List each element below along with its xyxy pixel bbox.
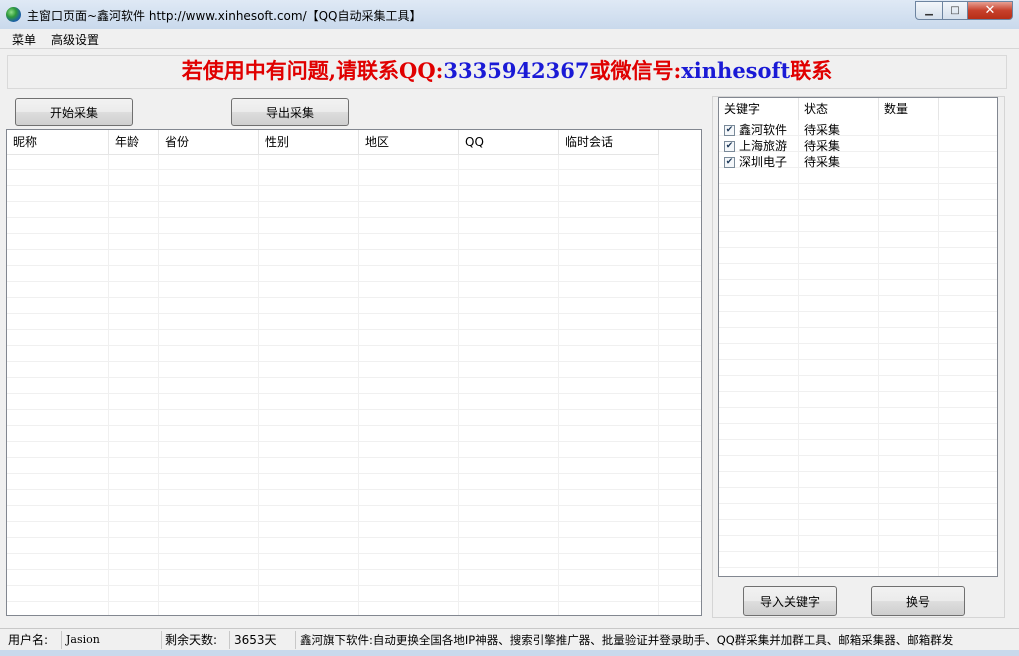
maximize-icon: □ xyxy=(950,5,960,16)
checkbox-checked-icon[interactable]: ✔ xyxy=(724,124,735,136)
contact-banner: 若使用中有问题,请联系QQ:3335942367或微信号:xinhesoft联系 xyxy=(7,55,1007,89)
keyword-cell: ✔ 鑫河软件 xyxy=(719,122,799,138)
checkbox-checked-icon[interactable]: ✔ xyxy=(724,156,735,168)
keyword-cell: ✔ 上海旅游 xyxy=(719,138,799,154)
column-header-keyword[interactable]: 关键字 xyxy=(719,98,799,120)
column-header-nickname[interactable]: 昵称 xyxy=(7,130,109,154)
title-bar: 主窗口页面~鑫河软件 http://www.xinhesoft.com/【QQ自… xyxy=(0,0,1019,30)
keyword-text: 深圳电子 xyxy=(739,155,788,169)
switch-account-button[interactable]: 换号 xyxy=(871,586,965,616)
keyword-text: 鑫河软件 xyxy=(739,123,788,137)
keyword-cell: ✔ 深圳电子 xyxy=(719,154,799,170)
window-bottom-border xyxy=(0,650,1019,656)
status-text: 待采集 xyxy=(804,123,841,137)
keyword-header: 关键字 状态 数量 xyxy=(719,98,939,120)
column-header-province[interactable]: 省份 xyxy=(159,130,259,154)
column-header-status[interactable]: 状态 xyxy=(799,98,879,120)
results-grid-lines xyxy=(7,154,701,615)
status-days-label: 剩余天数: xyxy=(162,631,230,649)
status-user-value: Jasion xyxy=(62,631,162,649)
minimize-icon: ▁ xyxy=(925,5,933,16)
keyword-row[interactable]: ✔ 深圳电子 待采集 xyxy=(719,154,939,170)
column-header-temp-chat[interactable]: 临时会话 xyxy=(559,130,659,154)
checkbox-checked-icon[interactable]: ✔ xyxy=(724,140,735,152)
column-header-gender[interactable]: 性别 xyxy=(259,130,359,154)
banner-wechat-id: xinhesoft xyxy=(681,58,791,83)
status-days-value: 3653天 xyxy=(230,631,296,649)
banner-text-1: 若使用中有问题,请联系QQ: xyxy=(181,58,444,83)
menu-item-advanced-settings[interactable]: 高级设置 xyxy=(51,31,99,48)
close-icon: ✕ xyxy=(984,3,996,18)
banner-qq-number: 3335942367 xyxy=(443,58,590,83)
status-bar: 用户名: Jasion 剩余天数: 3653天 鑫河旗下软件:自动更换全国各地I… xyxy=(0,628,1019,651)
keyword-text: 上海旅游 xyxy=(739,139,788,153)
status-text: 待采集 xyxy=(804,155,841,169)
minimize-button[interactable]: ▁ xyxy=(915,1,943,20)
status-info-text: 鑫河旗下软件:自动更换全国各地IP神器、搜索引擎推广器、批量验证并登录助手、QQ… xyxy=(300,633,954,647)
count-text xyxy=(879,154,939,170)
keyword-row[interactable]: ✔ 鑫河软件 待采集 xyxy=(719,122,939,138)
menu-item-menu[interactable]: 菜单 xyxy=(12,31,36,48)
close-button[interactable]: ✕ xyxy=(968,1,1013,20)
window-controls: ▁ □ ✕ xyxy=(915,1,1013,20)
keyword-table[interactable]: 关键字 状态 数量 ✔ 鑫河软件 待采集 ✔ 上海旅游 待采集 ✔ 深圳电子 待采集 xyxy=(718,97,998,577)
results-table[interactable]: 昵称 年龄 省份 性别 地区 QQ 临时会话 xyxy=(6,129,702,616)
count-text xyxy=(879,138,939,154)
results-header: 昵称 年龄 省份 性别 地区 QQ 临时会话 xyxy=(7,130,659,155)
column-header-region[interactable]: 地区 xyxy=(359,130,459,154)
maximize-button[interactable]: □ xyxy=(943,1,968,20)
menu-bar: 菜单 高级设置 xyxy=(0,29,1019,49)
column-header-count[interactable]: 数量 xyxy=(879,98,939,120)
status-text: 待采集 xyxy=(804,139,841,153)
window-title: 主窗口页面~鑫河软件 http://www.xinhesoft.com/【QQ自… xyxy=(27,9,422,23)
column-header-age[interactable]: 年龄 xyxy=(109,130,159,154)
column-header-qq[interactable]: QQ xyxy=(459,130,559,154)
export-collect-button[interactable]: 导出采集 xyxy=(231,98,349,126)
keyword-grid-lines xyxy=(719,120,997,576)
keyword-row[interactable]: ✔ 上海旅游 待采集 xyxy=(719,138,939,154)
import-keywords-button[interactable]: 导入关键字 xyxy=(743,586,837,616)
status-user-label: 用户名: xyxy=(6,631,62,649)
start-collect-button[interactable]: 开始采集 xyxy=(15,98,133,126)
app-globe-icon xyxy=(6,7,21,22)
banner-text-2: 或微信号: xyxy=(589,58,682,83)
count-text xyxy=(879,122,939,138)
banner-text-3: 联系 xyxy=(790,58,833,83)
